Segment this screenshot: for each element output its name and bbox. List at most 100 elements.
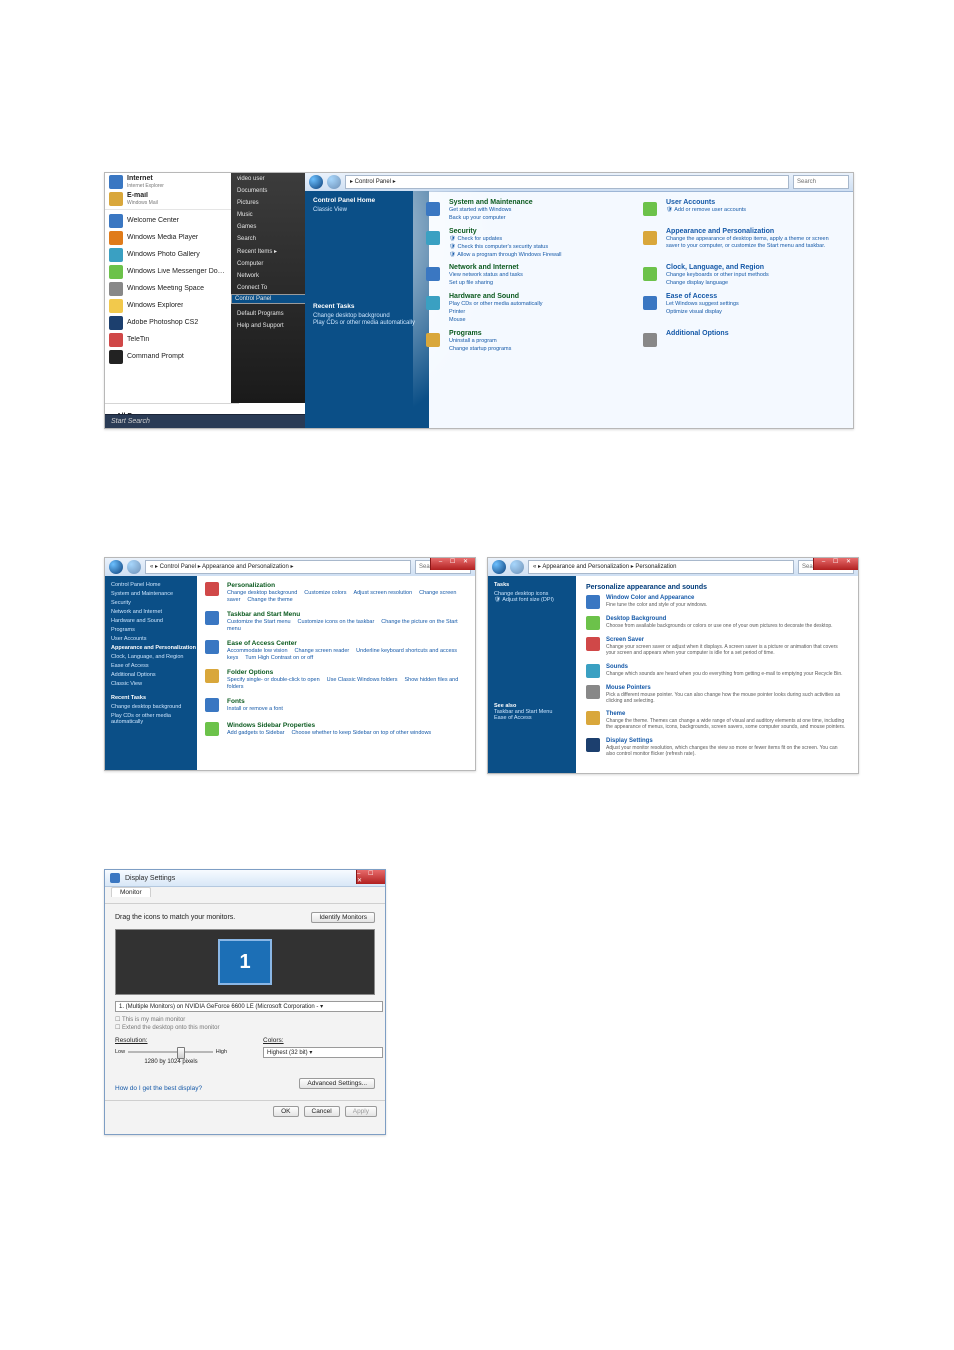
identify-monitors-button[interactable]: Identify Monitors xyxy=(311,912,375,923)
cp-category-appr[interactable]: Appearance and PersonalizationChange the… xyxy=(640,228,843,259)
cp-category-ease[interactable]: Ease of AccessLet Windows suggest settin… xyxy=(640,293,843,324)
side-link[interactable]: Network and Internet xyxy=(111,609,203,615)
cp-subtask-link[interactable]: Play CDs or other media automatically xyxy=(449,301,543,308)
pz-item-title[interactable]: Desktop Background xyxy=(606,616,833,622)
start-right-default-programs[interactable]: Default Programs xyxy=(231,308,305,320)
ap-link[interactable]: Turn High Contrast on or off xyxy=(245,655,313,661)
cp-subtask-link[interactable]: Change display language xyxy=(666,280,769,287)
pz-item-title[interactable]: Display Settings xyxy=(606,738,848,744)
breadcrumb[interactable]: « ▸ Appearance and Personalization ▸ Per… xyxy=(528,560,794,574)
monitor-1-icon[interactable]: 1 xyxy=(218,939,272,985)
cp-subtask-link[interactable]: Let Windows suggest settings xyxy=(666,301,739,308)
cp-subtask-link[interactable]: Get started with Windows xyxy=(449,207,533,214)
ap-item-title[interactable]: Fonts xyxy=(227,698,288,705)
ap-link[interactable]: Add gadgets to Sidebar xyxy=(227,730,285,736)
ap-link[interactable]: Customize icons on the taskbar xyxy=(298,619,375,625)
start-item-command-prompt[interactable]: Command Prompt xyxy=(105,348,231,365)
ap-link[interactable]: Install or remove a font xyxy=(227,706,283,712)
start-item-windows-meeting-space[interactable]: Windows Meeting Space xyxy=(105,280,231,297)
tab-monitor[interactable]: Monitor xyxy=(111,887,151,897)
see-also-link[interactable]: Ease of Access xyxy=(494,715,582,721)
task-link[interactable]: 🛡 Adjust font size (DPI) xyxy=(494,597,582,603)
monitor-select[interactable]: 1. (Multiple Monitors) on NVIDIA GeForce… xyxy=(115,1001,383,1012)
window-controls[interactable] xyxy=(430,558,475,570)
side-link[interactable]: Programs xyxy=(111,627,203,633)
pz-item-title[interactable]: Sounds xyxy=(606,664,843,670)
start-item-windows-media-player[interactable]: Windows Media Player xyxy=(105,229,231,246)
cp-subtask-link[interactable]: Set up file sharing xyxy=(449,280,523,287)
advanced-settings-button[interactable]: Advanced Settings... xyxy=(299,1078,375,1089)
start-right-video-user[interactable]: video user xyxy=(231,173,305,185)
ap-item-title[interactable]: Folder Options xyxy=(227,669,467,676)
side-link[interactable]: Hardware and Sound xyxy=(111,618,203,624)
cp-category-title[interactable]: Network and Internet xyxy=(449,264,523,271)
cp-category-title[interactable]: Appearance and Personalization xyxy=(666,228,843,235)
side-link[interactable]: Classic View xyxy=(111,681,203,687)
ap-link[interactable]: Specify single- or double-click to open xyxy=(227,677,320,683)
cp-category-prog[interactable]: ProgramsUninstall a programChange startu… xyxy=(423,330,626,353)
start-item-windows-explorer[interactable]: Windows Explorer xyxy=(105,297,231,314)
cp-category-title[interactable]: Additional Options xyxy=(666,330,729,337)
window-controls[interactable] xyxy=(813,558,858,570)
cp-subtask-link[interactable]: 🛡 Check for updates xyxy=(449,236,561,243)
colors-select[interactable]: Highest (32 bit) ▾ xyxy=(263,1047,383,1058)
start-right-help-and-support[interactable]: Help and Support xyxy=(231,320,305,332)
ap-link[interactable]: Use Classic Windows folders xyxy=(327,677,398,683)
slider-thumb[interactable] xyxy=(177,1047,185,1059)
back-button[interactable] xyxy=(492,560,506,574)
cp-category-sec[interactable]: Security🛡 Check for updates🛡 Check this … xyxy=(423,228,626,259)
recent-task-link[interactable]: Change desktop background xyxy=(111,704,203,710)
cp-subtask-link[interactable]: Change keyboards or other input methods xyxy=(666,272,769,279)
cp-category-title[interactable]: Security xyxy=(449,228,561,235)
cp-category-usr[interactable]: User Accounts🛡 Add or remove user accoun… xyxy=(640,199,843,222)
start-right-control-panel[interactable]: Control Panel xyxy=(231,294,313,304)
start-right-connect-to[interactable]: Connect To xyxy=(231,282,305,294)
cp-subtask-link[interactable]: Printer xyxy=(449,309,543,316)
ap-link[interactable]: Change desktop background xyxy=(227,590,297,596)
classic-view-link[interactable]: Classic View xyxy=(313,207,421,213)
back-button[interactable] xyxy=(309,175,323,189)
ap-link[interactable]: Choose whether to keep Sidebar on top of… xyxy=(291,730,431,736)
cancel-button[interactable]: Cancel xyxy=(304,1106,340,1117)
ap-link[interactable]: Change screen reader xyxy=(294,648,349,654)
ap-item-title[interactable]: Ease of Access Center xyxy=(227,640,467,647)
cp-home-link[interactable]: Control Panel Home xyxy=(313,197,421,204)
ok-button[interactable]: OK xyxy=(273,1106,298,1117)
side-link[interactable]: System and Maintenance xyxy=(111,591,203,597)
ap-link[interactable]: Adjust screen resolution xyxy=(353,590,412,596)
breadcrumb[interactable]: « ▸ Control Panel ▸ Appearance and Perso… xyxy=(145,560,411,574)
side-link[interactable]: Ease of Access xyxy=(111,663,203,669)
search-input[interactable]: Search xyxy=(793,175,849,189)
cp-category-title[interactable]: Clock, Language, and Region xyxy=(666,264,769,271)
cp-category-addl[interactable]: Additional Options xyxy=(640,330,843,353)
cp-category-title[interactable]: User Accounts xyxy=(666,199,746,206)
side-link[interactable]: User Accounts xyxy=(111,636,203,642)
close-button[interactable] xyxy=(356,870,385,884)
cp-subtask-link[interactable]: 🛡 Allow a program through Windows Firewa… xyxy=(449,252,561,259)
start-item-welcome-center[interactable]: Welcome Center xyxy=(105,209,231,229)
cp-subtask-link[interactable]: View network status and tasks xyxy=(449,272,523,279)
side-link[interactable]: Additional Options xyxy=(111,672,203,678)
side-link[interactable]: Control Panel Home xyxy=(111,582,203,588)
start-item-internet[interactable]: InternetInternet Explorer xyxy=(105,173,231,190)
start-right-games[interactable]: Games xyxy=(231,221,305,233)
cp-category-title[interactable]: Ease of Access xyxy=(666,293,739,300)
ap-link[interactable]: Accommodate low vision xyxy=(227,648,288,654)
start-item-windows-live-messenger-download[interactable]: Windows Live Messenger Download xyxy=(105,263,231,280)
cp-category-sys[interactable]: System and MaintenanceGet started with W… xyxy=(423,199,626,222)
forward-button[interactable] xyxy=(327,175,341,189)
start-item-teletin[interactable]: TeleTin xyxy=(105,331,231,348)
cp-subtask-link[interactable]: Change startup programs xyxy=(449,346,511,353)
cp-subtask-link[interactable]: 🛡 Check this computer's security status xyxy=(449,244,561,251)
cp-subtask-link[interactable]: Optimize visual display xyxy=(666,309,739,316)
start-right-recent-items-[interactable]: Recent Items ▸ xyxy=(231,245,305,258)
start-item-e-mail[interactable]: E-mailWindows Mail xyxy=(105,190,231,207)
start-right-pictures[interactable]: Pictures xyxy=(231,197,305,209)
ap-item-title[interactable]: Windows Sidebar Properties xyxy=(227,722,436,729)
cp-category-title[interactable]: Programs xyxy=(449,330,511,337)
ap-item-title[interactable]: Taskbar and Start Menu xyxy=(227,611,467,618)
forward-button[interactable] xyxy=(127,560,141,574)
start-item-adobe-photoshop-cs2[interactable]: Adobe Photoshop CS2 xyxy=(105,314,231,331)
recent-task-link[interactable]: Play CDs or other media automatically xyxy=(111,713,203,725)
start-right-documents[interactable]: Documents xyxy=(231,185,305,197)
